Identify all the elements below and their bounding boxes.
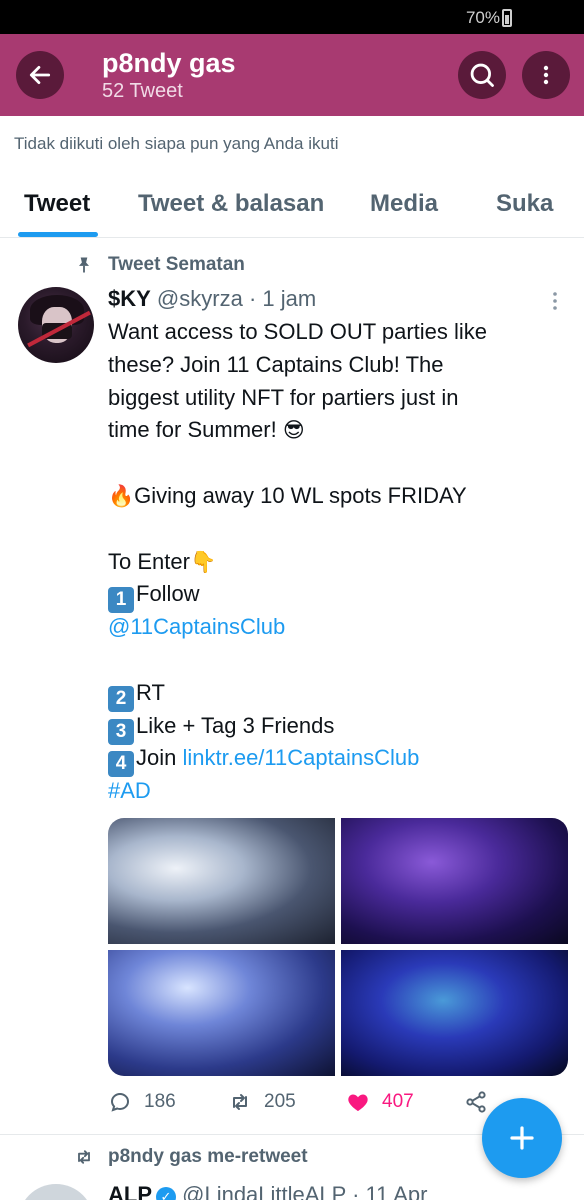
keycap-2-emoji: 2	[108, 685, 134, 712]
keycap-1-emoji: 1	[108, 587, 134, 614]
sunglasses-emoji: 😎	[282, 419, 305, 443]
battery-level: 70%	[465, 8, 500, 27]
profile-header: p8ndy gas 52 Tweet	[0, 34, 584, 116]
tweet-text: Want access to SOLD OUT parties like the…	[108, 316, 568, 808]
tweet-line: 1 Follow	[108, 578, 568, 614]
tweet-line-text: time for Summer!	[108, 417, 283, 443]
search-icon	[470, 63, 494, 87]
tab-tweet[interactable]: Tweet	[24, 190, 90, 218]
reply-button[interactable]: 186	[108, 1090, 176, 1114]
pointing-down-emoji: 👇	[189, 550, 217, 574]
tweet-line: biggest utility NFT for partiers just in	[108, 384, 459, 410]
tweet-line: time for Summer! 😎	[108, 414, 568, 447]
verified-badge-icon: ✓	[156, 1187, 176, 1200]
tweet-line: Want access to SOLD OUT parties like	[108, 319, 488, 344]
tab-likes[interactable]: Suka	[496, 190, 553, 218]
url-link[interactable]: linktr.ee/11CaptainsClub	[182, 745, 419, 770]
tweet-line: #AD	[108, 775, 568, 808]
author-name[interactable]: $KY	[108, 286, 151, 311]
retweet-icon	[233, 1094, 247, 1110]
tweet-line: these? Join 11 Captains Club! The	[108, 351, 444, 377]
arrow-left-icon	[29, 66, 51, 84]
reply-icon	[110, 1092, 130, 1112]
media-photo[interactable]	[341, 950, 568, 1076]
pinned-tweet-label: Tweet Sematan	[74, 252, 245, 278]
retweet-button[interactable]: 205	[228, 1090, 296, 1114]
tweet-time: 11 Apr	[365, 1182, 428, 1200]
pinned-label-text: Tweet Sematan	[108, 254, 245, 275]
meta-separator: ·	[242, 286, 263, 311]
tweet-line: 2 RT	[108, 677, 568, 712]
tab-tweet-replies[interactable]: Tweet & balasan	[138, 190, 324, 218]
share-icon	[466, 1091, 486, 1113]
reply-count: 186	[144, 1091, 176, 1112]
avatar[interactable]	[18, 1184, 94, 1200]
keycap-3-emoji: 3	[108, 718, 134, 745]
mention-link[interactable]: @11CaptainsClub	[108, 614, 285, 639]
meta-separator: ·	[345, 1182, 366, 1200]
pin-icon	[79, 257, 89, 273]
author-handle[interactable]: @LindaLittleALP	[182, 1182, 346, 1200]
tweet-line: To Enter👇	[108, 546, 568, 579]
retweet-context: p8ndy gas me-retweet	[74, 1146, 308, 1168]
compose-tweet-button[interactable]	[482, 1098, 562, 1178]
media-photo[interactable]	[108, 818, 335, 944]
tweet-line: 3 Like + Tag 3 Friends	[108, 710, 568, 745]
retweet-context-label[interactable]: p8ndy gas me-retweet	[108, 1146, 308, 1168]
follow-notice: Tidak diikuti oleh siapa pun yang Anda i…	[14, 134, 339, 153]
media-photo[interactable]	[341, 818, 568, 944]
retweet-count: 205	[264, 1091, 296, 1112]
tweet-count: 52 Tweet	[102, 80, 183, 102]
profile-tabs: Tweet Tweet & balasan Media Suka	[0, 172, 584, 238]
keycap-4-emoji: 4	[108, 751, 134, 778]
media-grid	[108, 818, 568, 1076]
tweet-line-text: Join	[136, 745, 183, 771]
back-button[interactable]	[16, 51, 64, 99]
plus-icon	[510, 1126, 534, 1150]
like-count: 407	[382, 1091, 414, 1112]
tweet-line-text: RT	[136, 679, 165, 705]
tweet-line: 🔥Giving away 10 WL spots FRIDAY	[108, 480, 568, 513]
tweet-line-text: Follow	[136, 581, 200, 607]
tweet-line: 4 Join linktr.ee/11CaptainsClub	[108, 742, 568, 778]
tweet-line-text: Giving away 10 WL spots FRIDAY	[134, 482, 467, 508]
active-tab-indicator	[18, 232, 98, 237]
more-options-button[interactable]	[522, 51, 570, 99]
like-button[interactable]: 407	[346, 1090, 414, 1114]
tweet-time: 1 jam	[262, 286, 317, 311]
tweet-line-text: To Enter	[108, 548, 190, 574]
avatar[interactable]	[18, 287, 94, 363]
search-button[interactable]	[458, 51, 506, 99]
tweet-line: @11CaptainsClub	[108, 611, 568, 644]
author-name[interactable]: ALP	[108, 1182, 152, 1200]
battery-icon	[502, 9, 512, 27]
fire-emoji: 🔥	[108, 484, 135, 508]
page-title: p8ndy gas	[102, 48, 236, 78]
heart-filled-icon	[348, 1094, 368, 1111]
tweet-header: $KY @skyrza · 1 jam	[108, 286, 316, 312]
retweet-icon	[78, 1150, 90, 1164]
status-bar: 70%	[0, 0, 584, 34]
tweet-header: ALP ✓ @LindaLittleALP · 11 Apr	[108, 1182, 428, 1200]
more-vertical-icon	[543, 65, 549, 85]
tweet-line-text: Like + Tag 3 Friends	[136, 712, 335, 738]
hashtag-link[interactable]: #AD	[108, 778, 151, 803]
author-handle[interactable]: @skyrza	[157, 286, 243, 311]
more-vertical-icon[interactable]	[548, 290, 562, 312]
tab-media[interactable]: Media	[370, 190, 438, 218]
media-photo[interactable]	[108, 950, 335, 1076]
